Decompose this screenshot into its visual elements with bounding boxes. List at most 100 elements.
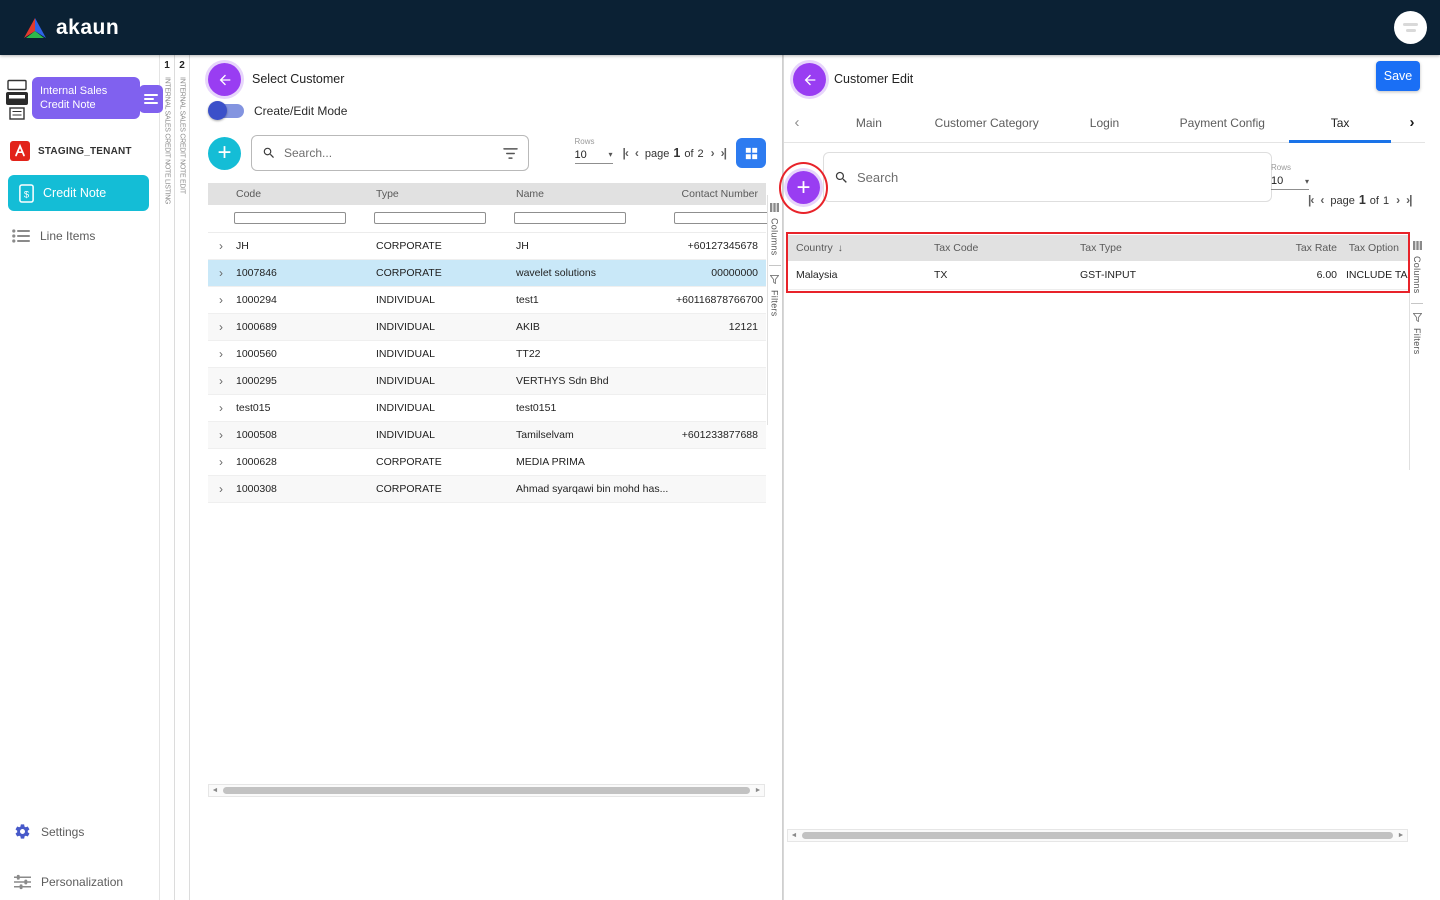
customer-search[interactable] — [251, 135, 529, 171]
tab-main[interactable]: Main — [810, 103, 928, 142]
columns-tool[interactable]: Columns — [770, 218, 780, 256]
sidebar-item-personalization[interactable]: Personalization — [14, 874, 123, 890]
row-expand-icon[interactable]: › — [208, 482, 234, 496]
user-avatar[interactable] — [1394, 11, 1427, 44]
column-header[interactable]: Code — [234, 188, 374, 200]
columns-icon[interactable] — [770, 203, 779, 212]
pagination: |‹ ‹ page 1 of 2 › ›| — [623, 146, 728, 160]
column-header[interactable]: Tax Rate — [1211, 242, 1346, 254]
tab-tax[interactable]: Tax — [1281, 103, 1399, 143]
rows-label: Rows — [1271, 163, 1292, 172]
sidebar-item-line-items[interactable]: Line Items — [12, 229, 159, 243]
chevron-down-icon: ▾ — [608, 150, 613, 159]
column-header[interactable]: Tax Code — [925, 242, 1071, 254]
column-header[interactable]: Contact Number — [674, 188, 766, 200]
customer-edit-panel: Customer Edit Save ‹ Main Customer Catego… — [779, 55, 1440, 900]
row-expand-icon[interactable]: › — [208, 428, 234, 442]
scroll-thumb[interactable] — [223, 787, 750, 794]
rows-per-page[interactable]: Rows 10 ▾ — [1271, 163, 1309, 190]
rows-per-page[interactable]: Rows 10 ▾ — [574, 137, 613, 164]
module-title[interactable]: Internal Sales Credit Note — [32, 77, 140, 119]
scroll-right-icon[interactable]: ► — [1395, 832, 1407, 839]
customer-row[interactable]: › JH CORPORATE JH +60127345678 — [208, 233, 766, 260]
tax-search-input[interactable] — [857, 169, 1261, 185]
first-page-button[interactable]: |‹ — [1308, 193, 1314, 207]
scroll-left-icon[interactable]: ◄ — [788, 832, 800, 839]
filter-type-input[interactable] — [374, 212, 486, 224]
collapse-menu-button[interactable] — [139, 85, 163, 113]
filter-contact-input[interactable] — [674, 212, 778, 224]
row-expand-icon[interactable]: › — [208, 401, 234, 415]
filter-variant-icon[interactable] — [503, 147, 518, 160]
customer-row[interactable]: › 1000295 INDIVIDUAL VERTHYS Sdn Bhd — [208, 368, 766, 395]
customer-row[interactable]: › 1007846 CORPORATE wavelet solutions 000000… — [208, 260, 766, 287]
column-header[interactable]: Country ↓ — [787, 242, 925, 254]
customer-row[interactable]: › test015 INDIVIDUAL test0151 — [208, 395, 766, 422]
last-page-button[interactable]: ›| — [1406, 193, 1412, 207]
cell-code: test015 — [236, 402, 271, 414]
tab-payment-config[interactable]: Payment Config — [1163, 103, 1281, 142]
save-button[interactable]: Save — [1376, 61, 1420, 91]
sort-desc-icon[interactable]: ↓ — [838, 243, 843, 254]
prev-page-button[interactable]: ‹ — [635, 146, 639, 160]
customer-row[interactable]: › 1000628 CORPORATE MEDIA PRIMA — [208, 449, 766, 476]
sidebar-item-credit-note[interactable]: $ Credit Note — [8, 175, 149, 211]
column-header[interactable]: Name — [514, 188, 674, 200]
column-header[interactable]: Tax Option — [1346, 242, 1408, 254]
columns-tool[interactable]: Columns — [1412, 256, 1422, 294]
filters-tool[interactable]: Filters — [1412, 328, 1422, 355]
scroll-thumb[interactable] — [802, 832, 1393, 839]
scroll-left-icon[interactable]: ◄ — [209, 787, 221, 794]
tax-search[interactable] — [823, 152, 1272, 202]
back-button[interactable] — [208, 63, 241, 96]
tenant-row[interactable]: STAGING_TENANT — [10, 141, 159, 161]
row-expand-icon[interactable]: › — [208, 347, 234, 361]
vtab-listing[interactable]: 1 INTERNAL SALES CREDIT NOTE LISTING — [160, 55, 175, 900]
next-page-button[interactable]: › — [1396, 193, 1400, 207]
cell-name: MEDIA PRIMA — [516, 456, 585, 468]
add-customer-button[interactable]: + — [208, 136, 241, 170]
tab-login[interactable]: Login — [1046, 103, 1164, 142]
tab-customer-category[interactable]: Customer Category — [928, 103, 1046, 142]
row-expand-icon[interactable]: › — [208, 374, 234, 388]
cell-name: test1 — [516, 294, 539, 306]
column-header[interactable]: Tax Type — [1071, 242, 1211, 254]
grid-view-button[interactable] — [736, 138, 766, 168]
filters-tool[interactable]: Filters — [770, 290, 780, 317]
tax-row[interactable]: Malaysia TX GST-INPUT 6.00 INCLUDE TAX — [787, 261, 1408, 290]
columns-icon[interactable] — [1412, 241, 1422, 250]
tabs-scroll-right-icon[interactable]: › — [1399, 114, 1425, 131]
filter-icon[interactable] — [769, 274, 780, 285]
filter-name-input[interactable] — [514, 212, 626, 224]
prev-page-button[interactable]: ‹ — [1320, 193, 1324, 207]
tabs-scroll-left-icon[interactable]: ‹ — [784, 114, 810, 131]
sidebar-item-label: Line Items — [40, 229, 96, 243]
customer-search-input[interactable] — [284, 146, 495, 160]
row-expand-icon[interactable]: › — [208, 266, 234, 280]
customer-row[interactable]: › 1000689 INDIVIDUAL AKIB 12121 — [208, 314, 766, 341]
horizontal-scrollbar[interactable]: ◄ ► — [208, 784, 765, 797]
back-button[interactable] — [793, 63, 826, 96]
column-header[interactable]: Type — [374, 188, 514, 200]
add-tax-button[interactable]: + — [787, 171, 820, 204]
customer-row[interactable]: › 1000294 INDIVIDUAL test1 +60116878766700 — [208, 287, 766, 314]
create-edit-toggle[interactable] — [208, 101, 244, 120]
row-expand-icon[interactable]: › — [208, 239, 234, 253]
last-page-button[interactable]: ›| — [721, 146, 727, 160]
next-page-button[interactable]: › — [711, 146, 715, 160]
customer-row[interactable]: › 1000508 INDIVIDUAL Tamilselvam +6012338776… — [208, 422, 766, 449]
row-expand-icon[interactable]: › — [208, 293, 234, 307]
sidebar-item-settings[interactable]: Settings — [14, 823, 84, 840]
panel-title: Customer Edit — [834, 72, 914, 86]
scroll-right-icon[interactable]: ► — [752, 787, 764, 794]
vtab-edit[interactable]: 2 INTERNAL SALES CREDIT NOTE EDIT — [175, 55, 190, 900]
filter-code-input[interactable] — [234, 212, 346, 224]
horizontal-scrollbar[interactable]: ◄ ► — [787, 829, 1408, 842]
row-expand-icon[interactable]: › — [208, 455, 234, 469]
brand-name: akaun — [56, 15, 120, 39]
customer-row[interactable]: › 1000560 INDIVIDUAL TT22 — [208, 341, 766, 368]
first-page-button[interactable]: |‹ — [623, 146, 629, 160]
filter-icon[interactable] — [1412, 312, 1422, 323]
customer-row[interactable]: › 1000308 CORPORATE Ahmad syarqawi bin mohd… — [208, 476, 766, 503]
row-expand-icon[interactable]: › — [208, 320, 234, 334]
